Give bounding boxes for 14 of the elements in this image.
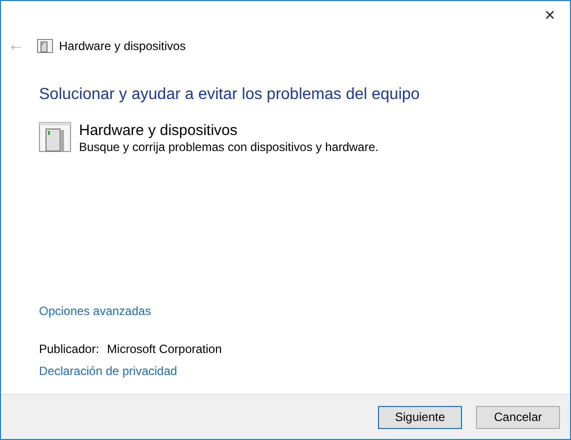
window-title: Hardware y dispositivos (59, 38, 186, 55)
dialog-button[interactable]: Cancelar (476, 406, 560, 428)
device-icon (39, 122, 71, 152)
item-title: Hardware y dispositivos (79, 122, 238, 140)
privacy-link[interactable]: Declaración de privacidad (39, 362, 178, 380)
publisher-label: Publicador: (39, 341, 100, 358)
troubleshooter-item[interactable]: Hardware y dispositivos Busque y corrija problemas con dispositivos y hardware. (39, 122, 570, 155)
publisher-value: Microsoft Corporation (107, 341, 222, 358)
dialog-button[interactable]: Siguiente (378, 406, 462, 428)
close-button[interactable]: ✕ (530, 1, 570, 29)
device-icon (37, 39, 53, 53)
item-description: Busque y corrija problemas con dispositivos y hardware. (79, 140, 378, 155)
advanced-options-link[interactable]: Opciones avanzadas (39, 302, 152, 320)
page-heading: Solucionar y ayudar a evitar los problemas del equipo (39, 85, 421, 105)
